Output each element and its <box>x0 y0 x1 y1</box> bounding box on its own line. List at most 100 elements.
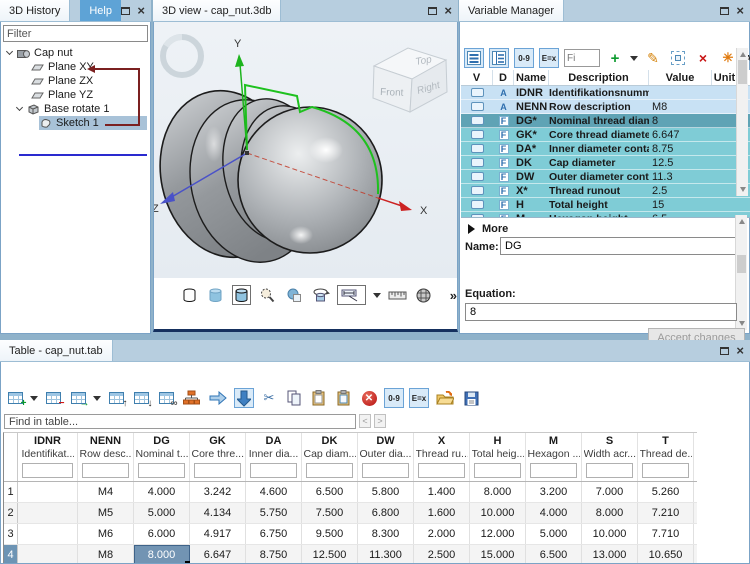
column-header[interactable]: DA Inner dia... <box>246 433 302 481</box>
dimension-dropdown-icon[interactable] <box>373 293 381 298</box>
table-cell[interactable]: 2.500 <box>414 545 470 563</box>
dimension-tool-icon[interactable] <box>337 285 366 305</box>
delete-row-icon[interactable]: − <box>43 388 63 408</box>
save-icon[interactable] <box>461 388 481 408</box>
table-cell[interactable]: 1.600 <box>414 503 470 523</box>
column-filter-input[interactable] <box>22 463 73 478</box>
apply-row-icon[interactable] <box>207 388 229 408</box>
view-row-icon[interactable]: ∞ <box>156 388 176 408</box>
table-cell[interactable]: 6.750 <box>246 524 302 544</box>
insert-above-icon[interactable]: ↑ <box>106 388 126 408</box>
table-cell[interactable]: 6.500 <box>302 482 358 502</box>
table-cell[interactable]: 8.000 <box>582 503 638 523</box>
append-row-icon[interactable]: → <box>68 388 88 408</box>
chevron-down-icon[interactable] <box>6 48 13 55</box>
wireframe-mode-icon[interactable] <box>180 285 199 305</box>
row-number[interactable]: 3 <box>4 524 18 544</box>
table-cell[interactable]: 13.000 <box>582 545 638 563</box>
add-variable-button[interactable]: + <box>605 48 625 68</box>
column-filter-input[interactable] <box>474 463 521 478</box>
table-row[interactable]: 1M44.0003.2424.6006.5005.8001.4008.0003.… <box>4 482 697 503</box>
tab-3d-view[interactable]: 3D view - cap_nut.3db <box>153 0 281 21</box>
table-cell[interactable]: 12.000 <box>470 524 526 544</box>
tree-selection[interactable]: Sketch 1 <box>39 116 147 130</box>
maximize-icon[interactable] <box>720 347 729 355</box>
visibility-checkbox[interactable] <box>461 198 493 211</box>
chevron-down-icon[interactable] <box>16 104 23 111</box>
find-prev-button[interactable]: < <box>359 414 371 428</box>
column-filter-input[interactable] <box>250 463 297 478</box>
table-cell[interactable]: M8 <box>78 545 134 563</box>
table-cell[interactable]: 7.710 <box>638 524 694 544</box>
table-cell[interactable]: 3.242 <box>190 482 246 502</box>
rotate-view-icon[interactable] <box>311 285 330 305</box>
variable-row[interactable]: F DA* Inner diameter contact... 8.75 <box>461 142 750 156</box>
table-cell[interactable]: 7.500 <box>302 503 358 523</box>
variable-filter-input[interactable] <box>564 49 600 67</box>
close-icon[interactable]: × <box>444 4 452 17</box>
column-header[interactable]: X Thread ru... <box>414 433 470 481</box>
add-row-icon[interactable]: + <box>5 388 25 408</box>
append-row-dropdown-icon[interactable] <box>93 396 101 401</box>
insert-below-icon[interactable]: ↓ <box>131 388 151 408</box>
close-icon[interactable]: × <box>137 4 145 17</box>
delete-variable-icon[interactable]: × <box>693 48 713 68</box>
column-filter-input[interactable] <box>82 463 129 478</box>
column-filter-input[interactable] <box>194 463 241 478</box>
column-filter-input[interactable] <box>362 463 409 478</box>
column-header[interactable]: NENN Row desc... <box>78 433 134 481</box>
viewport-3d[interactable]: Top Front Right Y X Z <box>153 22 458 278</box>
visibility-checkbox[interactable] <box>461 114 493 127</box>
table-cell[interactable]: 8.000 <box>470 482 526 502</box>
find-next-button[interactable]: > <box>374 414 386 428</box>
table-cell[interactable]: 10.650 <box>638 545 694 563</box>
table-cell[interactable]: 4.000 <box>134 482 190 502</box>
add-variable-dropdown-icon[interactable] <box>630 56 638 61</box>
variable-row[interactable]: A NENN Row description M8 <box>461 100 750 114</box>
table-cell[interactable]: 5.260 <box>638 482 694 502</box>
table-cell[interactable]: 4.000 <box>526 503 582 523</box>
table-cell[interactable] <box>18 482 78 502</box>
find-in-table-input[interactable] <box>4 414 356 429</box>
col-header-unit[interactable]: Unit <box>712 70 738 85</box>
table-cell[interactable]: 10.000 <box>470 503 526 523</box>
table-cell[interactable]: 15.000 <box>470 545 526 563</box>
table-row[interactable]: 3M66.0004.9176.7509.5008.3002.00012.0005… <box>4 524 697 545</box>
shaded-edges-mode-icon[interactable] <box>232 285 251 305</box>
column-header[interactable]: IDNR Identifikat... <box>18 433 78 481</box>
table-cell[interactable]: M5 <box>78 503 134 523</box>
load-row-icon[interactable] <box>234 388 254 408</box>
digits-format-icon[interactable]: 0-9 <box>384 388 404 408</box>
maximize-icon[interactable] <box>428 7 437 15</box>
column-header[interactable]: S Width acr... <box>582 433 638 481</box>
col-header-value[interactable]: Value <box>649 70 712 85</box>
table-cell[interactable]: 4.134 <box>190 503 246 523</box>
table-cell[interactable]: 1.400 <box>414 482 470 502</box>
row-number[interactable]: 2 <box>4 503 18 523</box>
visibility-checkbox[interactable] <box>461 100 493 113</box>
table-cell[interactable]: 4.600 <box>246 482 302 502</box>
table-cell[interactable]: 7.000 <box>582 482 638 502</box>
variable-row[interactable]: F X* Thread runout 2.5 <box>461 184 750 198</box>
table-cell[interactable]: 5.000 <box>526 524 582 544</box>
column-header[interactable]: T Thread de... <box>638 433 694 481</box>
exponent-format-icon[interactable]: E=x <box>409 388 429 408</box>
table-cell[interactable]: M6 <box>78 524 134 544</box>
column-filter-input[interactable] <box>586 463 633 478</box>
tree-item-plane-zx[interactable]: Plane ZX <box>1 74 150 88</box>
table-cell[interactable]: 2.000 <box>414 524 470 544</box>
digits-format-icon[interactable]: 0-9 <box>514 48 534 68</box>
row-number[interactable]: 1 <box>4 482 18 502</box>
visibility-checkbox[interactable] <box>461 86 493 99</box>
visibility-checkbox[interactable] <box>461 170 493 183</box>
column-header[interactable]: GK Core thre... <box>190 433 246 481</box>
visibility-checkbox[interactable] <box>461 212 493 218</box>
clip-sphere-icon[interactable] <box>285 285 304 305</box>
mesh-icon[interactable] <box>414 285 433 305</box>
maximize-icon[interactable] <box>720 7 729 15</box>
hierarchy-icon[interactable] <box>181 388 202 408</box>
table-cell[interactable]: 10.000 <box>582 524 638 544</box>
tab-help[interactable]: Help <box>80 0 121 21</box>
details-view-icon[interactable] <box>489 48 509 68</box>
variable-row[interactable]: F H Total height 15 <box>461 198 750 212</box>
